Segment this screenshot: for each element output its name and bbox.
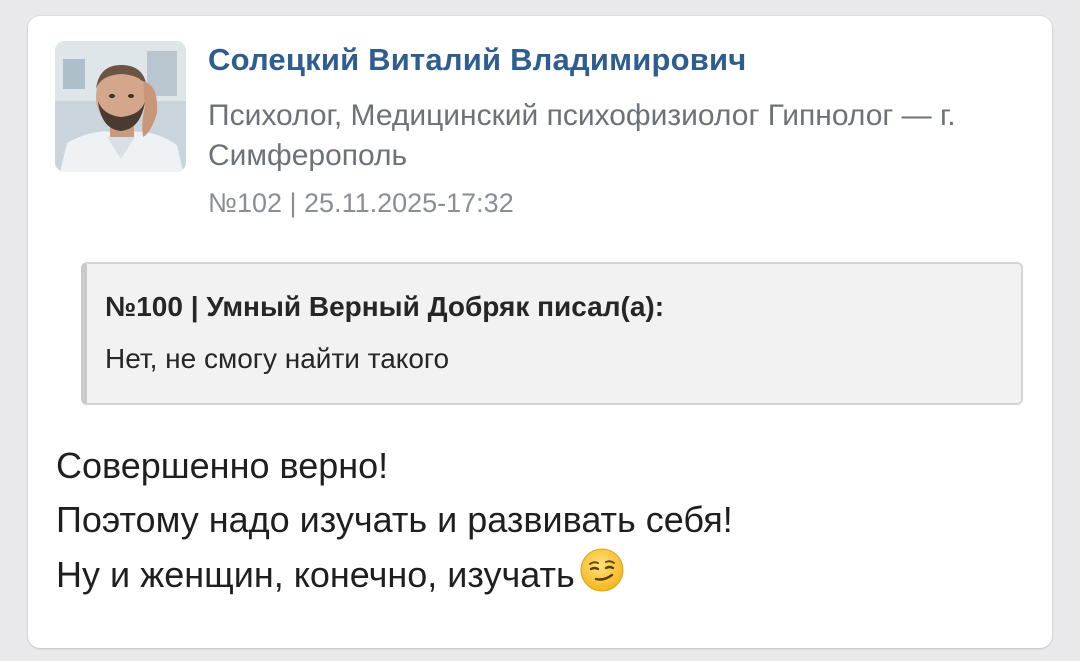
post-body-line: Совершенно верно!	[56, 445, 389, 486]
post-body-line-last: Ну и женщин, конечно, изучать	[56, 547, 733, 608]
post-body-line: Поэтому надо изучать и развивать себя!	[56, 499, 733, 540]
post-body: Совершенно верно! Поэтому надо изучать и…	[56, 439, 733, 608]
quote-block: №100 | Умный Верный Добряк писал(а): Нет…	[81, 262, 1023, 405]
quote-header: №100 | Умный Верный Добряк писал(а):	[105, 291, 665, 322]
quote-text: Нет, не смогу найти такого	[105, 343, 450, 374]
forum-post-card: Солецкий Виталий Владимирович Психолог, …	[28, 16, 1052, 648]
post-meta[interactable]: №102 | 25.11.2025-17:32	[208, 188, 514, 219]
author-role: Психолог, Медицинский психофизиолог Гипн…	[208, 99, 956, 172]
author-avatar[interactable]	[55, 41, 186, 172]
author-name[interactable]: Солецкий Виталий Владимирович	[208, 42, 747, 78]
post-body-line-text: Ну и женщин, конечно, изучать	[56, 554, 575, 595]
smirking-face-emoji-icon	[579, 547, 625, 608]
